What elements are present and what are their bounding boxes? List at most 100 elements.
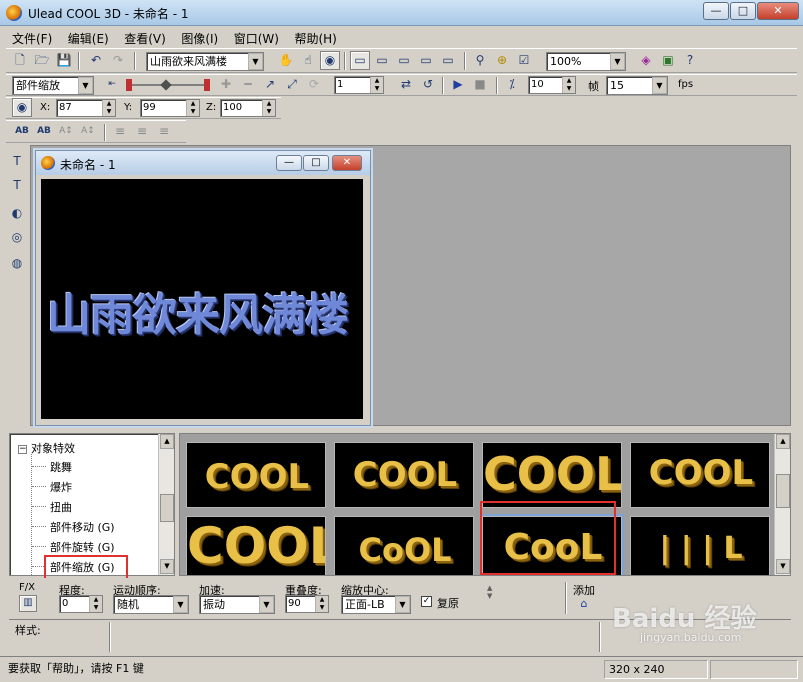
thumbnail-8[interactable]: | | | L (630, 516, 770, 575)
timeline-slider[interactable] (126, 79, 210, 91)
chevron-down-icon[interactable]: ▼ (248, 53, 263, 70)
edit-text-icon[interactable]: T (7, 176, 27, 195)
tree-scrollbar[interactable]: ▲ ▼ (158, 434, 174, 575)
render-canvas[interactable]: 山雨欲来风满楼 (41, 179, 363, 419)
thumbnail-1[interactable]: COOL (186, 442, 326, 508)
zoom-object-icon[interactable]: ◉ (320, 51, 340, 70)
insert-shape-icon[interactable]: ◐ (7, 204, 27, 223)
speed-spinner[interactable]: 10 ▲ ▼ (528, 76, 576, 94)
scroll-thumb[interactable] (160, 494, 174, 522)
maximize-button[interactable]: □ (730, 2, 756, 20)
thumbnail-2[interactable]: COOL (334, 442, 474, 508)
loop-icon[interactable]: ⇄ (396, 75, 416, 94)
view-bottom-icon[interactable]: ▭ (438, 51, 458, 70)
menu-image[interactable]: 图像(I) (175, 27, 224, 47)
line-spacing-narrow-icon[interactable]: A↕ (78, 122, 98, 141)
scroll-down-icon[interactable]: ▼ (160, 559, 174, 574)
play-icon[interactable]: ▶ (448, 75, 468, 94)
rotate-hand-icon[interactable]: ☝ (298, 51, 318, 70)
scroll-down-icon[interactable]: ▼ (776, 559, 790, 574)
add-effect-icon[interactable]: ⌂ (575, 596, 593, 613)
scroll-thumb[interactable] (776, 474, 790, 508)
doc-maximize-button[interactable]: □ (303, 155, 329, 171)
char-spacing-icon[interactable]: AB (12, 122, 32, 141)
current-frame-spinner[interactable]: 1 ▲ ▼ (334, 76, 384, 94)
thumbnail-4[interactable]: COOL (630, 442, 770, 508)
spinner-arrows-icon[interactable]: ▲ ▼ (186, 100, 199, 116)
y-spinner[interactable]: 99 ▲ ▼ (140, 99, 200, 117)
open-folder-icon[interactable]: 🗁 (32, 51, 52, 70)
spinner-arrows-icon[interactable]: ▲ ▼ (562, 77, 575, 93)
collapse-icon[interactable]: − (18, 445, 27, 454)
export-icon[interactable]: ▣ (658, 51, 678, 70)
thumbnail-scrollbar[interactable]: ▲ ▼ (774, 434, 790, 575)
restore-checkbox[interactable]: ✓ (421, 596, 432, 607)
speed-icon[interactable]: ⁒ (502, 75, 522, 94)
checkbox-tool-icon[interactable]: ☑ (514, 51, 534, 70)
zoom-combo[interactable]: 100% ▼ (546, 52, 626, 71)
doc-minimize-button[interactable]: — (276, 155, 302, 171)
menu-edit[interactable]: 编辑(E) (62, 27, 115, 47)
spinner-arrows-icon[interactable]: ▲ ▼ (315, 596, 328, 612)
chevron-down-icon[interactable]: ▼ (173, 596, 188, 613)
accel-combo[interactable]: 振动 ▼ (199, 595, 275, 614)
tree-item-dance[interactable]: 跳舞 (50, 459, 72, 475)
thumbnail-5[interactable]: COOL (186, 516, 326, 575)
fx-icon[interactable]: ▥ (19, 595, 37, 612)
pingpong-icon[interactable]: ↺ (418, 75, 438, 94)
refresh-icon[interactable]: ⟳ (304, 75, 324, 94)
chevron-down-icon[interactable]: ▼ (78, 77, 93, 94)
view-top-icon[interactable]: ▭ (416, 51, 436, 70)
scroll-up-icon[interactable]: ▲ (776, 434, 790, 449)
menu-view[interactable]: 查看(V) (118, 27, 172, 47)
render-icon[interactable]: ◈ (636, 51, 656, 70)
chevron-down-icon[interactable]: ▼ (395, 596, 410, 613)
effect-combo[interactable]: 部件缩放 ▼ (12, 76, 94, 95)
menu-help[interactable]: 帮助(H) (288, 27, 342, 47)
menu-file[interactable]: 文件(F) (6, 27, 58, 47)
insert-text-icon[interactable]: T (7, 152, 27, 171)
order-combo[interactable]: 随机 ▼ (113, 595, 189, 614)
doc-close-button[interactable]: ✕ (332, 155, 362, 171)
minimize-button[interactable]: — (703, 2, 729, 20)
object-manager-icon[interactable]: ◍ (7, 254, 27, 273)
new-file-icon[interactable]: 🗋 (10, 51, 30, 70)
align-right-icon[interactable]: ≡ (154, 122, 174, 141)
property-scroll-icon[interactable]: ▲ ▼ (487, 584, 492, 600)
view-front-icon[interactable]: ▭ (350, 51, 370, 70)
text-combo[interactable]: 山雨欲来风满楼 ▼ (146, 52, 264, 71)
canvas-3d-text[interactable]: 山雨欲来风满楼 (47, 279, 349, 343)
tree-item-twist[interactable]: 扭曲 (50, 499, 72, 515)
z-spinner[interactable]: 100 ▲ ▼ (220, 99, 276, 117)
hand-move-icon[interactable]: ✋ (276, 51, 296, 70)
center-combo[interactable]: 正面-LB ▼ (341, 595, 411, 614)
split-keyframe-icon[interactable]: ↗ (260, 75, 280, 94)
align-left-icon[interactable]: ≡ (110, 122, 130, 141)
reverse-icon[interactable]: ⤢ (282, 75, 302, 94)
x-spinner[interactable]: 87 ▲ ▼ (56, 99, 116, 117)
globe-icon[interactable]: ⊕ (492, 51, 512, 70)
menu-window[interactable]: 窗口(W) (228, 27, 285, 47)
chevron-down-icon[interactable]: ▼ (610, 53, 625, 70)
chevron-down-icon[interactable]: ▼ (652, 77, 667, 94)
position-tool-icon[interactable]: ◉ (12, 98, 32, 117)
tree-item-part-rotate[interactable]: 部件旋转 (G) (50, 539, 115, 555)
chevron-down-icon[interactable]: ▼ (259, 596, 274, 613)
degree-spinner[interactable]: 0 ▲ ▼ (59, 595, 103, 613)
overlap-spinner[interactable]: 90 ▲ ▼ (285, 595, 329, 613)
tree-item-part-move[interactable]: 部件移动 (G) (50, 519, 115, 535)
add-keyframe-icon[interactable]: ✚ (216, 75, 236, 94)
close-button[interactable]: ✕ (757, 2, 799, 20)
spinner-arrows-icon[interactable]: ▲ ▼ (89, 596, 102, 612)
help-pointer-icon[interactable]: ? (680, 51, 700, 70)
view-layer-icon[interactable]: ▭ (372, 51, 392, 70)
thumbnail-3[interactable]: COOL (482, 442, 622, 508)
remove-keyframe-icon[interactable]: ━ (238, 75, 258, 94)
spinner-arrows-icon[interactable]: ▲ ▼ (370, 77, 383, 93)
thumbnail-6[interactable]: CoOL (334, 516, 474, 575)
spinner-arrows-icon[interactable]: ▲ ▼ (262, 100, 275, 116)
spinner-arrows-icon[interactable]: ▲ ▼ (102, 100, 115, 116)
line-spacing-icon[interactable]: A↕ (56, 122, 76, 141)
view-side-icon[interactable]: ▭ (394, 51, 414, 70)
scroll-up-icon[interactable]: ▲ (160, 434, 174, 449)
